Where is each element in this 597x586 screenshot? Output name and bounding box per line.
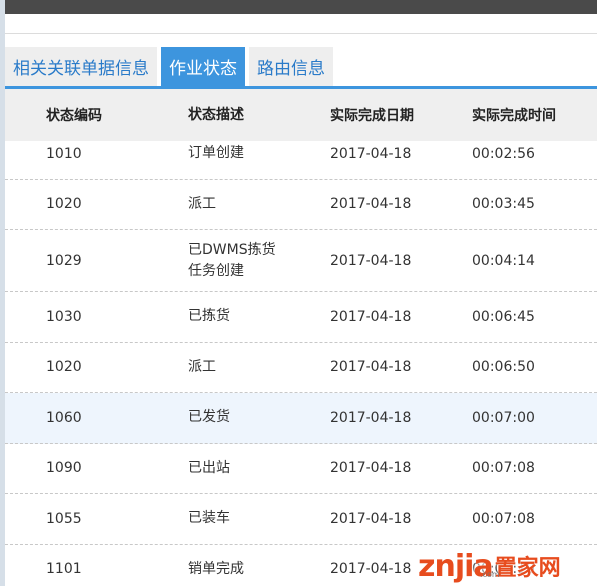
tab-operation-status[interactable]: 作业状态: [161, 47, 245, 86]
cell-code: 1029: [46, 252, 82, 269]
cell-desc: 已DWMS拣货任务创建: [188, 241, 276, 279]
cell-time: 00:02:56: [472, 145, 535, 162]
cell-date: 2017-04-18: [330, 145, 412, 162]
top-divider: [5, 33, 597, 34]
tab-related-documents[interactable]: 相关关联单据信息: [5, 47, 157, 86]
cell-date: 2017-04-18: [330, 252, 412, 269]
table-header: 状态编码 状态描述 实际完成日期 实际完成时间: [5, 89, 597, 141]
watermark-text: 置家网: [494, 556, 561, 581]
cell-date: 2017-04-18: [330, 510, 412, 527]
cell-time: 00:07:08: [472, 460, 535, 477]
cell-desc: 订单创建: [188, 145, 244, 162]
table-body[interactable]: 1010 订单创建 2017-04-18 00:02:56 1020 派工 20…: [5, 141, 597, 586]
cell-desc: 已发货: [188, 409, 230, 426]
cell-date: 2017-04-18: [330, 359, 412, 376]
header-status-code: 状态编码: [46, 108, 102, 124]
table-row[interactable]: 1030 已拣货 2017-04-18 00:06:45: [5, 292, 597, 343]
cell-code: 1055: [46, 510, 82, 527]
cell-time: 00:03:45: [472, 196, 535, 213]
cell-date: 2017-04-18: [330, 409, 412, 426]
cell-time: 00:06:50: [472, 359, 535, 376]
cell-desc: 已出站: [188, 459, 230, 476]
cell-desc: 已装车: [188, 510, 230, 527]
table-row[interactable]: 1010 订单创建 2017-04-18 00:02:56: [5, 141, 597, 180]
cell-code: 1020: [46, 359, 82, 376]
top-bar: [0, 0, 597, 14]
table-row-hovered[interactable]: 1060 已发货 2017-04-18 00:07:00: [5, 393, 597, 444]
cell-date: 2017-04-18: [330, 308, 412, 325]
site-watermark: znjia 置家网 .com: [418, 536, 597, 584]
cell-date: 2017-04-18: [330, 460, 412, 477]
cell-time: 00:04:14: [472, 252, 535, 269]
cell-desc: 派工: [188, 358, 216, 375]
header-status-desc: 状态描述: [188, 106, 244, 123]
header-completion-date: 实际完成日期: [330, 108, 414, 124]
header-completion-time: 实际完成时间: [472, 108, 556, 124]
tab-bar: 相关关联单据信息 作业状态 路由信息: [5, 47, 333, 87]
cell-code: 1010: [46, 145, 82, 162]
cell-desc: 派工: [188, 195, 216, 212]
cell-time: 00:06:45: [472, 308, 535, 325]
watermark-domain: .com: [480, 570, 500, 579]
cell-code: 1020: [46, 196, 82, 213]
cell-code: 1030: [46, 308, 82, 325]
cell-desc: 销单完成: [188, 560, 244, 577]
tab-routing-info[interactable]: 路由信息: [249, 47, 333, 86]
cell-date: 2017-04-18: [330, 196, 412, 213]
cell-desc: 已拣货: [188, 308, 230, 325]
status-table: 状态编码 状态描述 实际完成日期 实际完成时间 1010 订单创建 2017-0…: [5, 89, 597, 577]
table-row[interactable]: 1029 已DWMS拣货任务创建 2017-04-18 00:04:14: [5, 230, 597, 292]
table-row[interactable]: 1020 派工 2017-04-18 00:03:45: [5, 180, 597, 230]
cell-code: 1101: [46, 561, 82, 578]
cell-date: 2017-04-18: [330, 561, 412, 578]
cell-time: 00:07:08: [472, 510, 535, 527]
table-row[interactable]: 1020 派工 2017-04-18 00:06:50: [5, 343, 597, 393]
cell-code: 1060: [46, 409, 82, 426]
table-row[interactable]: 1090 已出站 2017-04-18 00:07:08: [5, 444, 597, 494]
cell-code: 1090: [46, 460, 82, 477]
cell-time: 00:07:00: [472, 409, 535, 426]
